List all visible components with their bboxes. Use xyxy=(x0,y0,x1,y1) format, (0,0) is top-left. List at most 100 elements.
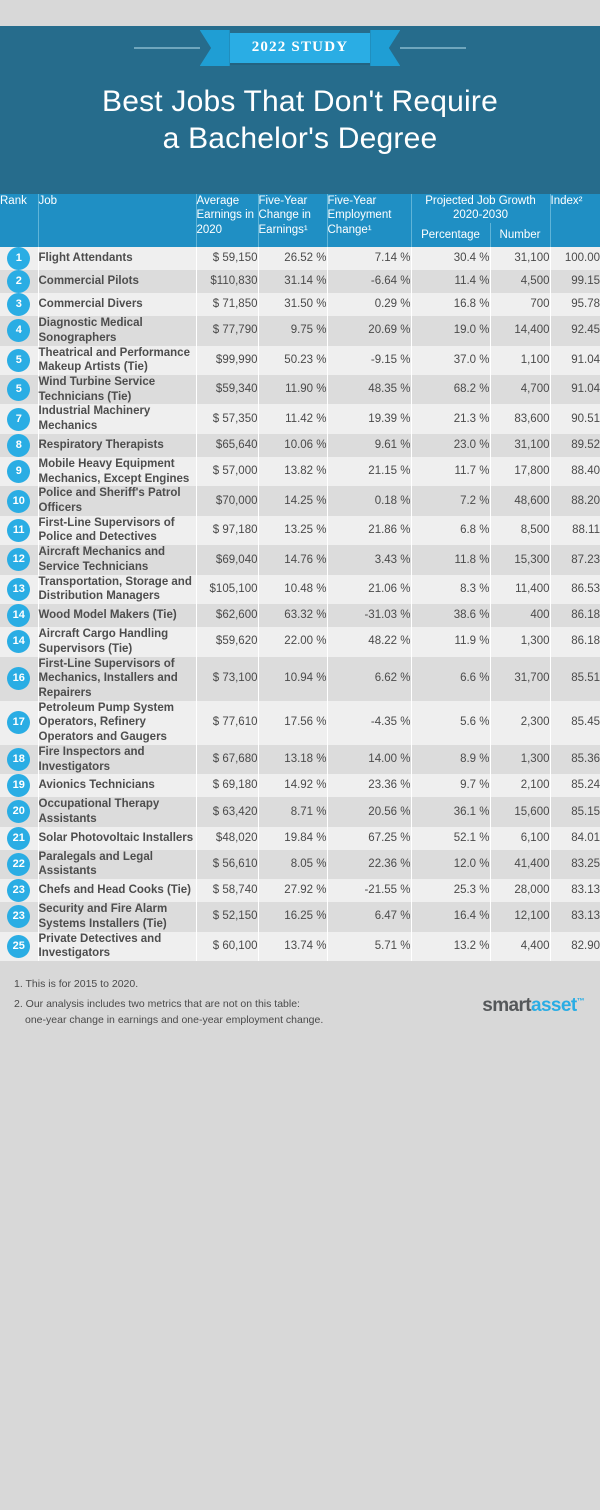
five-year-employment-change-cell: 21.86 % xyxy=(327,515,412,546)
page-title-line1: Best Jobs That Don't Require xyxy=(102,85,498,118)
five-year-employment-change-cell: -9.15 % xyxy=(327,345,412,375)
five-year-change-earnings-cell: 63.32 % xyxy=(258,604,328,628)
projected-percentage-cell: 30.4 % xyxy=(411,247,491,271)
five-year-employment-change-cell: -6.64 % xyxy=(327,270,412,294)
col-header-job: Job xyxy=(38,194,197,248)
rank-cell: 25 xyxy=(0,931,39,961)
job-cell: Avionics Technicians xyxy=(38,774,197,798)
table-row: 8 Respiratory Therapists $65,640 10.06 % 9.6… xyxy=(0,433,600,457)
ribbon-tail-left xyxy=(199,30,230,66)
table-row: 3 Commercial Divers $ 71,850 31.50 % 0.29 % 1… xyxy=(0,293,600,317)
five-year-change-earnings-cell: 8.05 % xyxy=(258,849,328,880)
rank-cell: 9 xyxy=(0,456,39,487)
index-cell: 82.90 xyxy=(550,931,600,961)
projected-number-cell: 4,500 xyxy=(490,270,551,294)
average-earnings-cell: $ 52,150 xyxy=(196,902,259,932)
projected-percentage-cell: 6.6 % xyxy=(411,656,491,701)
index-cell: 86.18 xyxy=(550,627,600,657)
rank-badge: 8 xyxy=(7,433,31,457)
projected-percentage-cell: 16.8 % xyxy=(411,293,491,317)
projected-number-cell: 28,000 xyxy=(490,879,551,903)
rank-cell: 21 xyxy=(0,826,39,850)
rank-badge: 10 xyxy=(7,489,31,513)
average-earnings-cell: $99,990 xyxy=(196,345,259,375)
job-cell: First-Line Supervisors of Police and Det… xyxy=(38,515,197,546)
col-header-projected-job-growth: Projected Job Growth 2020-2030 xyxy=(411,194,551,223)
index-cell: 91.04 xyxy=(550,345,600,375)
job-cell: Security and Fire Alarm Systems Installe… xyxy=(38,902,197,932)
rank-cell: 5 xyxy=(0,375,39,405)
table-row: 9 Mobile Heavy Equipment Mechanics, Excep… xyxy=(0,456,600,487)
rank-badge: 13 xyxy=(7,577,31,601)
rank-cell: 10 xyxy=(0,486,39,516)
five-year-employment-change-cell: 6.62 % xyxy=(327,656,412,701)
five-year-change-earnings-cell: 11.42 % xyxy=(258,404,328,434)
projected-number-cell: 11,400 xyxy=(490,574,551,605)
projected-percentage-cell: 11.8 % xyxy=(411,545,491,575)
table-row: 21 Solar Photovoltaic Installers $48,020 19… xyxy=(0,826,600,850)
infographic-page: 2022 STUDY Best Jobs That Don't Require … xyxy=(0,26,600,1510)
rank-cell: 22 xyxy=(0,849,39,880)
rank-cell: 11 xyxy=(0,515,39,546)
average-earnings-cell: $ 60,100 xyxy=(196,931,259,961)
table-row: 7 Industrial Machinery Mechanics $ 57,350 1… xyxy=(0,404,600,434)
index-cell: 83.13 xyxy=(550,902,600,932)
projected-percentage-cell: 5.6 % xyxy=(411,700,491,745)
table-row: 2 Commercial Pilots $110,830 31.14 % -6.64 %… xyxy=(0,270,600,294)
table-row: 16 First-Line Supervisors of Mechanics, I… xyxy=(0,656,600,701)
col-header-index: Index² xyxy=(550,194,600,248)
projected-percentage-cell: 8.3 % xyxy=(411,574,491,605)
job-cell: Occupational Therapy Assistants xyxy=(38,797,197,827)
footnotes-section: 1. This is for 2015 to 2020. 2. Our anal… xyxy=(0,961,600,1033)
projected-number-cell: 1,300 xyxy=(490,627,551,657)
rank-badge: 25 xyxy=(7,934,31,958)
projected-number-cell: 4,400 xyxy=(490,931,551,961)
projected-number-cell: 12,100 xyxy=(490,902,551,932)
rank-cell: 2 xyxy=(0,270,39,294)
job-cell: Diagnostic Medical Sonographers xyxy=(38,316,197,346)
average-earnings-cell: $ 58,740 xyxy=(196,879,259,903)
average-earnings-cell: $ 59,150 xyxy=(196,247,259,271)
average-earnings-cell: $59,620 xyxy=(196,627,259,657)
study-ribbon: 2022 STUDY xyxy=(0,26,600,70)
rank-cell: 17 xyxy=(0,700,39,745)
index-cell: 83.25 xyxy=(550,849,600,880)
projected-percentage-cell: 68.2 % xyxy=(411,375,491,405)
five-year-change-earnings-cell: 31.50 % xyxy=(258,293,328,317)
five-year-change-earnings-cell: 27.92 % xyxy=(258,879,328,903)
five-year-change-earnings-cell: 14.92 % xyxy=(258,774,328,798)
five-year-change-earnings-cell: 19.84 % xyxy=(258,826,328,850)
average-earnings-cell: $62,600 xyxy=(196,604,259,628)
index-cell: 86.18 xyxy=(550,604,600,628)
job-cell: Fire Inspectors and Investigators xyxy=(38,744,197,775)
five-year-change-earnings-cell: 16.25 % xyxy=(258,902,328,932)
average-earnings-cell: $69,040 xyxy=(196,545,259,575)
index-cell: 91.04 xyxy=(550,375,600,405)
projected-percentage-cell: 6.8 % xyxy=(411,515,491,546)
five-year-employment-change-cell: 0.29 % xyxy=(327,293,412,317)
five-year-employment-change-cell: 6.47 % xyxy=(327,902,412,932)
rank-cell: 1 xyxy=(0,247,39,271)
five-year-change-earnings-cell: 22.00 % xyxy=(258,627,328,657)
index-cell: 88.40 xyxy=(550,456,600,487)
rank-badge: 21 xyxy=(7,826,31,850)
five-year-change-earnings-cell: 10.48 % xyxy=(258,574,328,605)
index-cell: 88.20 xyxy=(550,486,600,516)
five-year-employment-change-cell: 20.69 % xyxy=(327,316,412,346)
rank-badge: 22 xyxy=(7,852,31,876)
projected-number-cell: 6,100 xyxy=(490,826,551,850)
projected-percentage-cell: 11.4 % xyxy=(411,270,491,294)
index-cell: 90.51 xyxy=(550,404,600,434)
hero-section: 2022 STUDY Best Jobs That Don't Require … xyxy=(0,26,600,194)
projected-number-cell: 31,100 xyxy=(490,247,551,271)
rank-badge: 2 xyxy=(7,270,31,294)
job-cell: Petroleum Pump System Operators, Refiner… xyxy=(38,700,197,745)
table-row: 4 Diagnostic Medical Sonographers $ 77,790… xyxy=(0,316,600,346)
page-title-line2: a Bachelor's Degree xyxy=(162,121,438,155)
rank-cell: 19 xyxy=(0,774,39,798)
five-year-employment-change-cell: 19.39 % xyxy=(327,404,412,434)
projected-percentage-cell: 16.4 % xyxy=(411,902,491,932)
rank-cell: 20 xyxy=(0,797,39,827)
ribbon-rule-right xyxy=(400,47,467,49)
rank-cell: 4 xyxy=(0,316,39,346)
